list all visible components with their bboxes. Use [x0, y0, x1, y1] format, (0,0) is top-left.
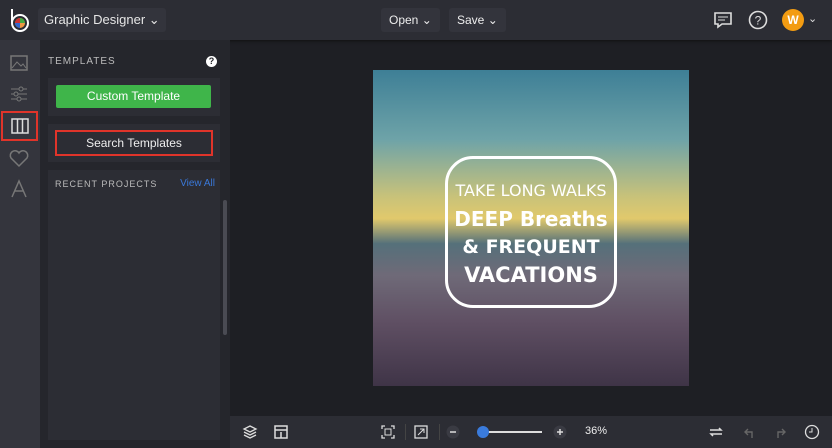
divider [405, 424, 406, 440]
panel-title: TEMPLATES [48, 56, 116, 67]
custom-template-section: Custom Template [48, 78, 220, 116]
zoom-value: 36% [585, 425, 608, 437]
adjust-sliders-icon[interactable] [8, 83, 30, 105]
custom-template-button[interactable]: Custom Template [56, 85, 211, 108]
layout-icon[interactable] [273, 424, 289, 440]
quote-frame: TAKE LONG WALKS DEEP Breaths & FREQUENT … [445, 156, 617, 308]
befunky-logo-icon[interactable] [9, 8, 31, 32]
image-icon[interactable] [8, 52, 30, 74]
design-canvas[interactable]: TAKE LONG WALKS DEEP Breaths & FREQUENT … [373, 70, 689, 386]
zoom-slider-handle[interactable] [477, 426, 490, 438]
zoom-in-icon[interactable] [552, 424, 568, 440]
text-icon[interactable] [8, 178, 30, 200]
save-button[interactable]: Save ⌄ [449, 8, 506, 32]
quote-line: DEEP Breaths [454, 207, 608, 231]
tool-rail [0, 40, 40, 448]
search-templates-button[interactable]: Search Templates [55, 130, 213, 156]
heart-icon[interactable] [8, 147, 30, 169]
recent-projects-heading: RECENT PROJECTS [55, 179, 158, 189]
svg-text:?: ? [755, 14, 762, 28]
view-all-link[interactable]: View All [180, 178, 215, 189]
divider [439, 424, 440, 440]
save-label: Save [457, 13, 485, 27]
templates-panel: TEMPLATES ? Custom Template Search Templ… [40, 40, 230, 448]
bottom-toolbar: 36% [230, 416, 832, 448]
templates-tool-button[interactable] [1, 111, 38, 141]
actual-size-icon[interactable] [413, 424, 429, 440]
swap-icon[interactable] [708, 424, 724, 440]
history-clock-icon[interactable] [804, 424, 820, 440]
fit-to-screen-icon[interactable] [380, 424, 396, 440]
project-type-dropdown[interactable]: Graphic Designer ⌄ [38, 8, 166, 32]
layers-icon[interactable] [242, 424, 258, 440]
open-label: Open [389, 13, 419, 27]
open-button[interactable]: Open ⌄ [381, 8, 440, 32]
chevron-down-icon: ⌄ [148, 12, 160, 27]
redo-icon[interactable] [773, 424, 789, 440]
quote-line: & FREQUENT [462, 236, 600, 258]
zoom-out-icon[interactable] [445, 424, 461, 440]
search-templates-section: Search Templates [48, 124, 220, 162]
columns-icon [10, 118, 29, 134]
recent-projects-section: RECENT PROJECTS View All [48, 170, 220, 440]
user-avatar[interactable]: W [782, 9, 804, 31]
chat-icon[interactable] [713, 10, 733, 30]
quote-line: VACATIONS [464, 263, 598, 287]
quote-line: TAKE LONG WALKS [455, 181, 607, 200]
top-bar: Graphic Designer ⌄ Open ⌄ Save ⌄ ? W ⌄ [0, 0, 832, 40]
help-icon[interactable]: ? [206, 56, 217, 67]
help-icon[interactable]: ? [748, 10, 768, 30]
chevron-down-icon[interactable]: ⌄ [808, 12, 817, 25]
project-type-label: Graphic Designer [44, 12, 146, 27]
panel-scrollbar[interactable] [223, 200, 227, 335]
undo-icon[interactable] [741, 424, 757, 440]
